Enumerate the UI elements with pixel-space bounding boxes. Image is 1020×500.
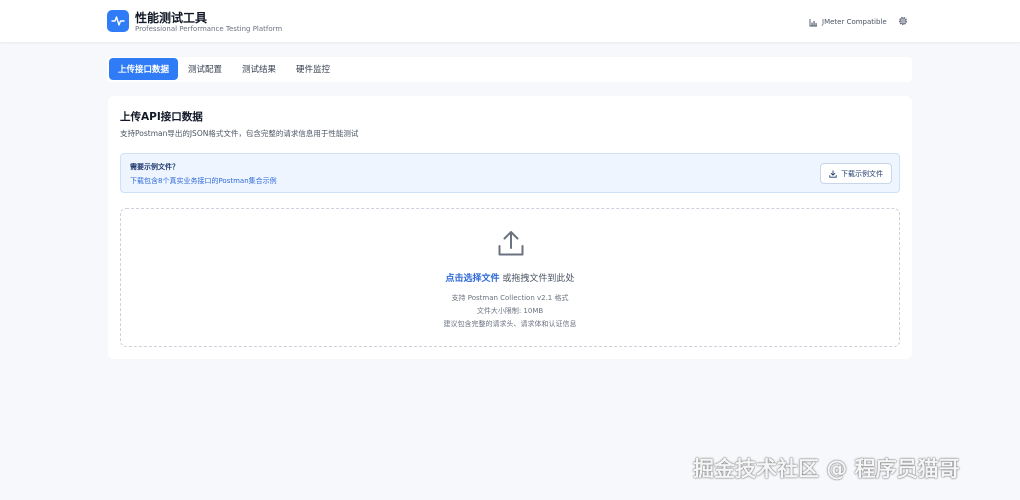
app-title: 性能测试工具 [135, 11, 208, 25]
upload-icon [498, 231, 524, 256]
tab-upload-data[interactable]: 上传接口数据 [109, 58, 178, 80]
gear-icon[interactable] [897, 15, 909, 27]
format-hint: 支持 Postman Collection v2.1 格式 [451, 294, 569, 302]
upload-description: 支持Postman导出的JSON格式文件，包含完整的请求信息用于性能测试 [120, 129, 359, 138]
app-logo [107, 10, 129, 32]
drag-text: 或拖拽文件到此处 [499, 274, 575, 284]
upload-title: 上传API接口数据 [120, 111, 203, 123]
download-sample-button[interactable]: 下载示例文件 [820, 163, 892, 184]
pulse-icon [111, 16, 125, 26]
main-tabs: 上传接口数据 测试配置 测试结果 硬件监控 [107, 57, 912, 82]
dropzone-prompt: 点击选择文件 或拖拽文件到此处 [121, 271, 899, 284]
choose-file-link[interactable]: 点击选择文件 [446, 274, 500, 284]
compat-label: JMeter Compatible [822, 18, 887, 26]
watermark: 掘金技术社区 @ 程序员猫哥 [693, 457, 960, 481]
size-limit-hint: 文件大小限制: 10MB [476, 307, 544, 315]
jmeter-compat-badge: JMeter Compatible [809, 16, 887, 28]
download-icon [829, 169, 837, 178]
content-hint: 建议包含完整的请求头、请求体和认证信息 [443, 320, 577, 328]
file-dropzone[interactable]: 点击选择文件 或拖拽文件到此处 支持 Postman Collection v2… [120, 208, 900, 347]
top-bar: 性能测试工具 Professional Performance Testing … [0, 0, 1020, 43]
sample-description: 下载包含8个真实业务接口的Postman集合示例 [130, 177, 277, 185]
tab-hardware-monitor[interactable]: 硬件监控 [290, 58, 336, 80]
upload-card: 上传API接口数据 支持Postman导出的JSON格式文件，包含完整的请求信息… [108, 96, 912, 359]
sample-title: 需要示例文件？ [130, 163, 179, 171]
tab-test-config[interactable]: 测试配置 [182, 58, 228, 80]
app-subtitle: Professional Performance Testing Platfor… [135, 25, 283, 33]
download-sample-label: 下载示例文件 [841, 169, 883, 178]
tab-test-results[interactable]: 测试结果 [236, 58, 282, 80]
bar-chart-icon [809, 18, 817, 26]
sample-file-notice: 需要示例文件？ 下载包含8个真实业务接口的Postman集合示例 下载示例文件 [120, 153, 900, 193]
